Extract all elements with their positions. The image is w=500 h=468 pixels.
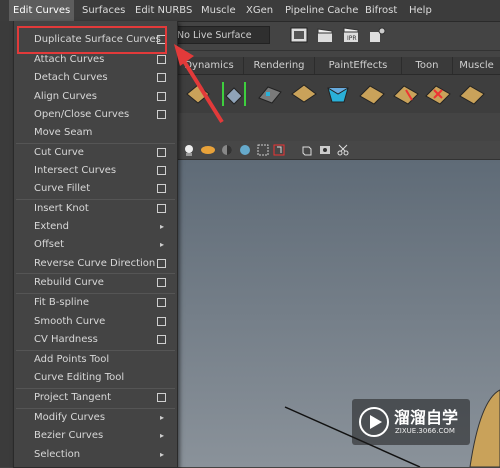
light-icon[interactable] xyxy=(182,143,196,157)
menu-item-label: Curve Fillet xyxy=(34,183,91,194)
menu-item-curve-fillet[interactable]: Curve Fillet xyxy=(14,180,177,198)
menu-item-add-points-tool[interactable]: Add Points Tool xyxy=(14,351,177,369)
menu-muscle[interactable]: Muscle xyxy=(197,0,240,21)
menu-item-label: Modify Curves xyxy=(34,412,106,423)
menu-item-label: Add Points Tool xyxy=(34,354,110,365)
xray-icon[interactable] xyxy=(272,143,286,157)
submenu-arrow-icon: ▸ xyxy=(160,240,165,249)
submenu-arrow-icon: ▸ xyxy=(160,222,165,231)
menu-item-smooth-curve[interactable]: Smooth Curve xyxy=(14,313,177,331)
menu-item-detach-curves[interactable]: Detach Curves xyxy=(14,69,177,87)
nurbs-plane-icon[interactable] xyxy=(256,80,284,108)
menu-item-modify-curves[interactable]: Modify Curves ▸ xyxy=(14,409,177,427)
menu-item-label: Project Tangent xyxy=(34,392,112,403)
menu-item-open-close-curves[interactable]: Open/Close Curves xyxy=(14,106,177,124)
clapper-icon[interactable] xyxy=(315,25,335,45)
menu-item-fit-b-spline[interactable]: Fit B-spline xyxy=(14,294,177,312)
menu-item-insert-knot[interactable]: Insert Knot xyxy=(14,200,177,218)
extrude-icon[interactable] xyxy=(358,80,386,108)
submenu-arrow-icon: ▸ xyxy=(160,413,165,422)
menu-item-extend[interactable]: Extend ▸ xyxy=(14,218,177,236)
ipr-render-icon[interactable]: IPR xyxy=(341,25,361,45)
menu-item-label: Intersect Curves xyxy=(34,165,117,176)
menu-item-label: Reverse Curve Direction xyxy=(34,258,156,269)
sphere-shade-icon[interactable] xyxy=(238,143,252,157)
menu-item-label: Fit B-spline xyxy=(34,297,89,308)
render-frame-icon[interactable] xyxy=(289,25,309,45)
option-box-icon[interactable] xyxy=(157,393,166,402)
menu-item-bezier-curves[interactable]: Bezier Curves ▸ xyxy=(14,427,177,445)
option-box-icon[interactable] xyxy=(157,298,166,307)
option-box-icon[interactable] xyxy=(157,166,166,175)
menu-item-rebuild-curve[interactable]: Rebuild Curve xyxy=(14,274,177,292)
watermark-url: ZIXUE.3066.COM xyxy=(395,427,455,435)
submenu-arrow-icon: ▸ xyxy=(160,431,165,440)
menu-item-label: Extend xyxy=(34,221,69,232)
svg-text:IPR: IPR xyxy=(347,35,357,42)
menu-item-label: Curve Editing Tool xyxy=(34,372,125,383)
menu-bifrost[interactable]: Bifrost xyxy=(361,0,401,21)
option-box-icon[interactable] xyxy=(157,204,166,213)
menu-item-offset[interactable]: Offset ▸ xyxy=(14,236,177,254)
menu-item-curve-editing-tool[interactable]: Curve Editing Tool xyxy=(14,369,177,387)
menu-edit-curves[interactable]: Edit Curves xyxy=(9,0,75,21)
menu-pipeline-cache[interactable]: Pipeline Cache xyxy=(281,0,362,21)
render-settings-icon[interactable] xyxy=(367,25,387,45)
isolate-icon[interactable] xyxy=(256,143,270,157)
option-box-icon[interactable] xyxy=(157,184,166,193)
menu-item-label: Rebuild Curve xyxy=(34,277,104,288)
detach-surfaces-icon[interactable] xyxy=(424,80,452,108)
bevel-icon[interactable] xyxy=(324,80,352,108)
cube-wire-icon[interactable] xyxy=(300,143,314,157)
left-tool-gutter xyxy=(0,21,13,467)
menu-item-label: Detach Curves xyxy=(34,72,108,83)
loft-icon[interactable] xyxy=(290,80,318,108)
menu-item-label: Insert Knot xyxy=(34,203,89,214)
menu-item-label: Bezier Curves xyxy=(34,430,104,441)
menu-item-intersect-curves[interactable]: Intersect Curves xyxy=(14,162,177,180)
menu-item-selection[interactable]: Selection ▸ xyxy=(14,446,177,464)
menu-item-label: Selection xyxy=(34,449,81,460)
option-box-icon[interactable] xyxy=(157,317,166,326)
option-box-icon[interactable] xyxy=(157,278,166,287)
menu-help[interactable]: Help xyxy=(405,0,436,21)
play-logo-icon xyxy=(359,407,389,437)
annotation-arrow-icon xyxy=(174,44,224,124)
option-box-icon[interactable] xyxy=(157,335,166,344)
menu-item-move-seam[interactable]: Move Seam xyxy=(14,124,177,142)
menu-item-label: Smooth Curve xyxy=(34,316,106,327)
menu-item-label: Align Curves xyxy=(34,91,97,102)
tab-muscle[interactable]: Muscle xyxy=(453,57,500,74)
watermark: 溜溜自学 ZIXUE.3066.COM xyxy=(352,399,470,445)
menu-item-label: CV Hardness xyxy=(34,334,98,345)
option-box-icon[interactable] xyxy=(157,148,166,157)
menu-item-reverse-curve-direction[interactable]: Reverse Curve Direction xyxy=(14,255,177,273)
submenu-arrow-icon: ▸ xyxy=(160,450,165,459)
edit-curves-menu: Duplicate Surface Curves Attach Curves D… xyxy=(13,21,178,468)
menu-item-label: Move Seam xyxy=(34,127,93,138)
tab-rendering[interactable]: Rendering xyxy=(244,57,315,74)
option-box-icon[interactable] xyxy=(157,259,166,268)
tab-painteffects[interactable]: PaintEffects xyxy=(315,57,402,74)
scissors-icon[interactable] xyxy=(336,143,350,157)
watermark-title: 溜溜自学 xyxy=(394,408,459,427)
menu-item-project-tangent[interactable]: Project Tangent xyxy=(14,389,177,407)
tab-toon[interactable]: Toon xyxy=(402,57,453,74)
camera-icon[interactable] xyxy=(318,143,332,157)
menu-xgen[interactable]: XGen xyxy=(242,0,277,21)
menu-item-cut-curve[interactable]: Cut Curve xyxy=(14,144,177,162)
menu-item-label: Open/Close Curves xyxy=(34,109,130,120)
main-menubar: Edit Curves Surfaces Edit NURBS Muscle X… xyxy=(0,0,500,22)
menu-surfaces[interactable]: Surfaces xyxy=(78,0,129,21)
texture-icon[interactable] xyxy=(200,144,216,156)
attach-surfaces-icon[interactable] xyxy=(392,80,420,108)
annotation-highlight-box xyxy=(17,26,167,54)
menu-edit-nurbs[interactable]: Edit NURBS xyxy=(131,0,196,21)
menu-item-label: Offset xyxy=(34,239,65,250)
menu-item-label: Cut Curve xyxy=(34,147,84,158)
menu-item-align-curves[interactable]: Align Curves xyxy=(14,88,177,106)
trim-tool-icon[interactable] xyxy=(458,80,486,108)
shadow-icon[interactable] xyxy=(220,143,234,157)
menu-item-cv-hardness[interactable]: CV Hardness xyxy=(14,331,177,349)
